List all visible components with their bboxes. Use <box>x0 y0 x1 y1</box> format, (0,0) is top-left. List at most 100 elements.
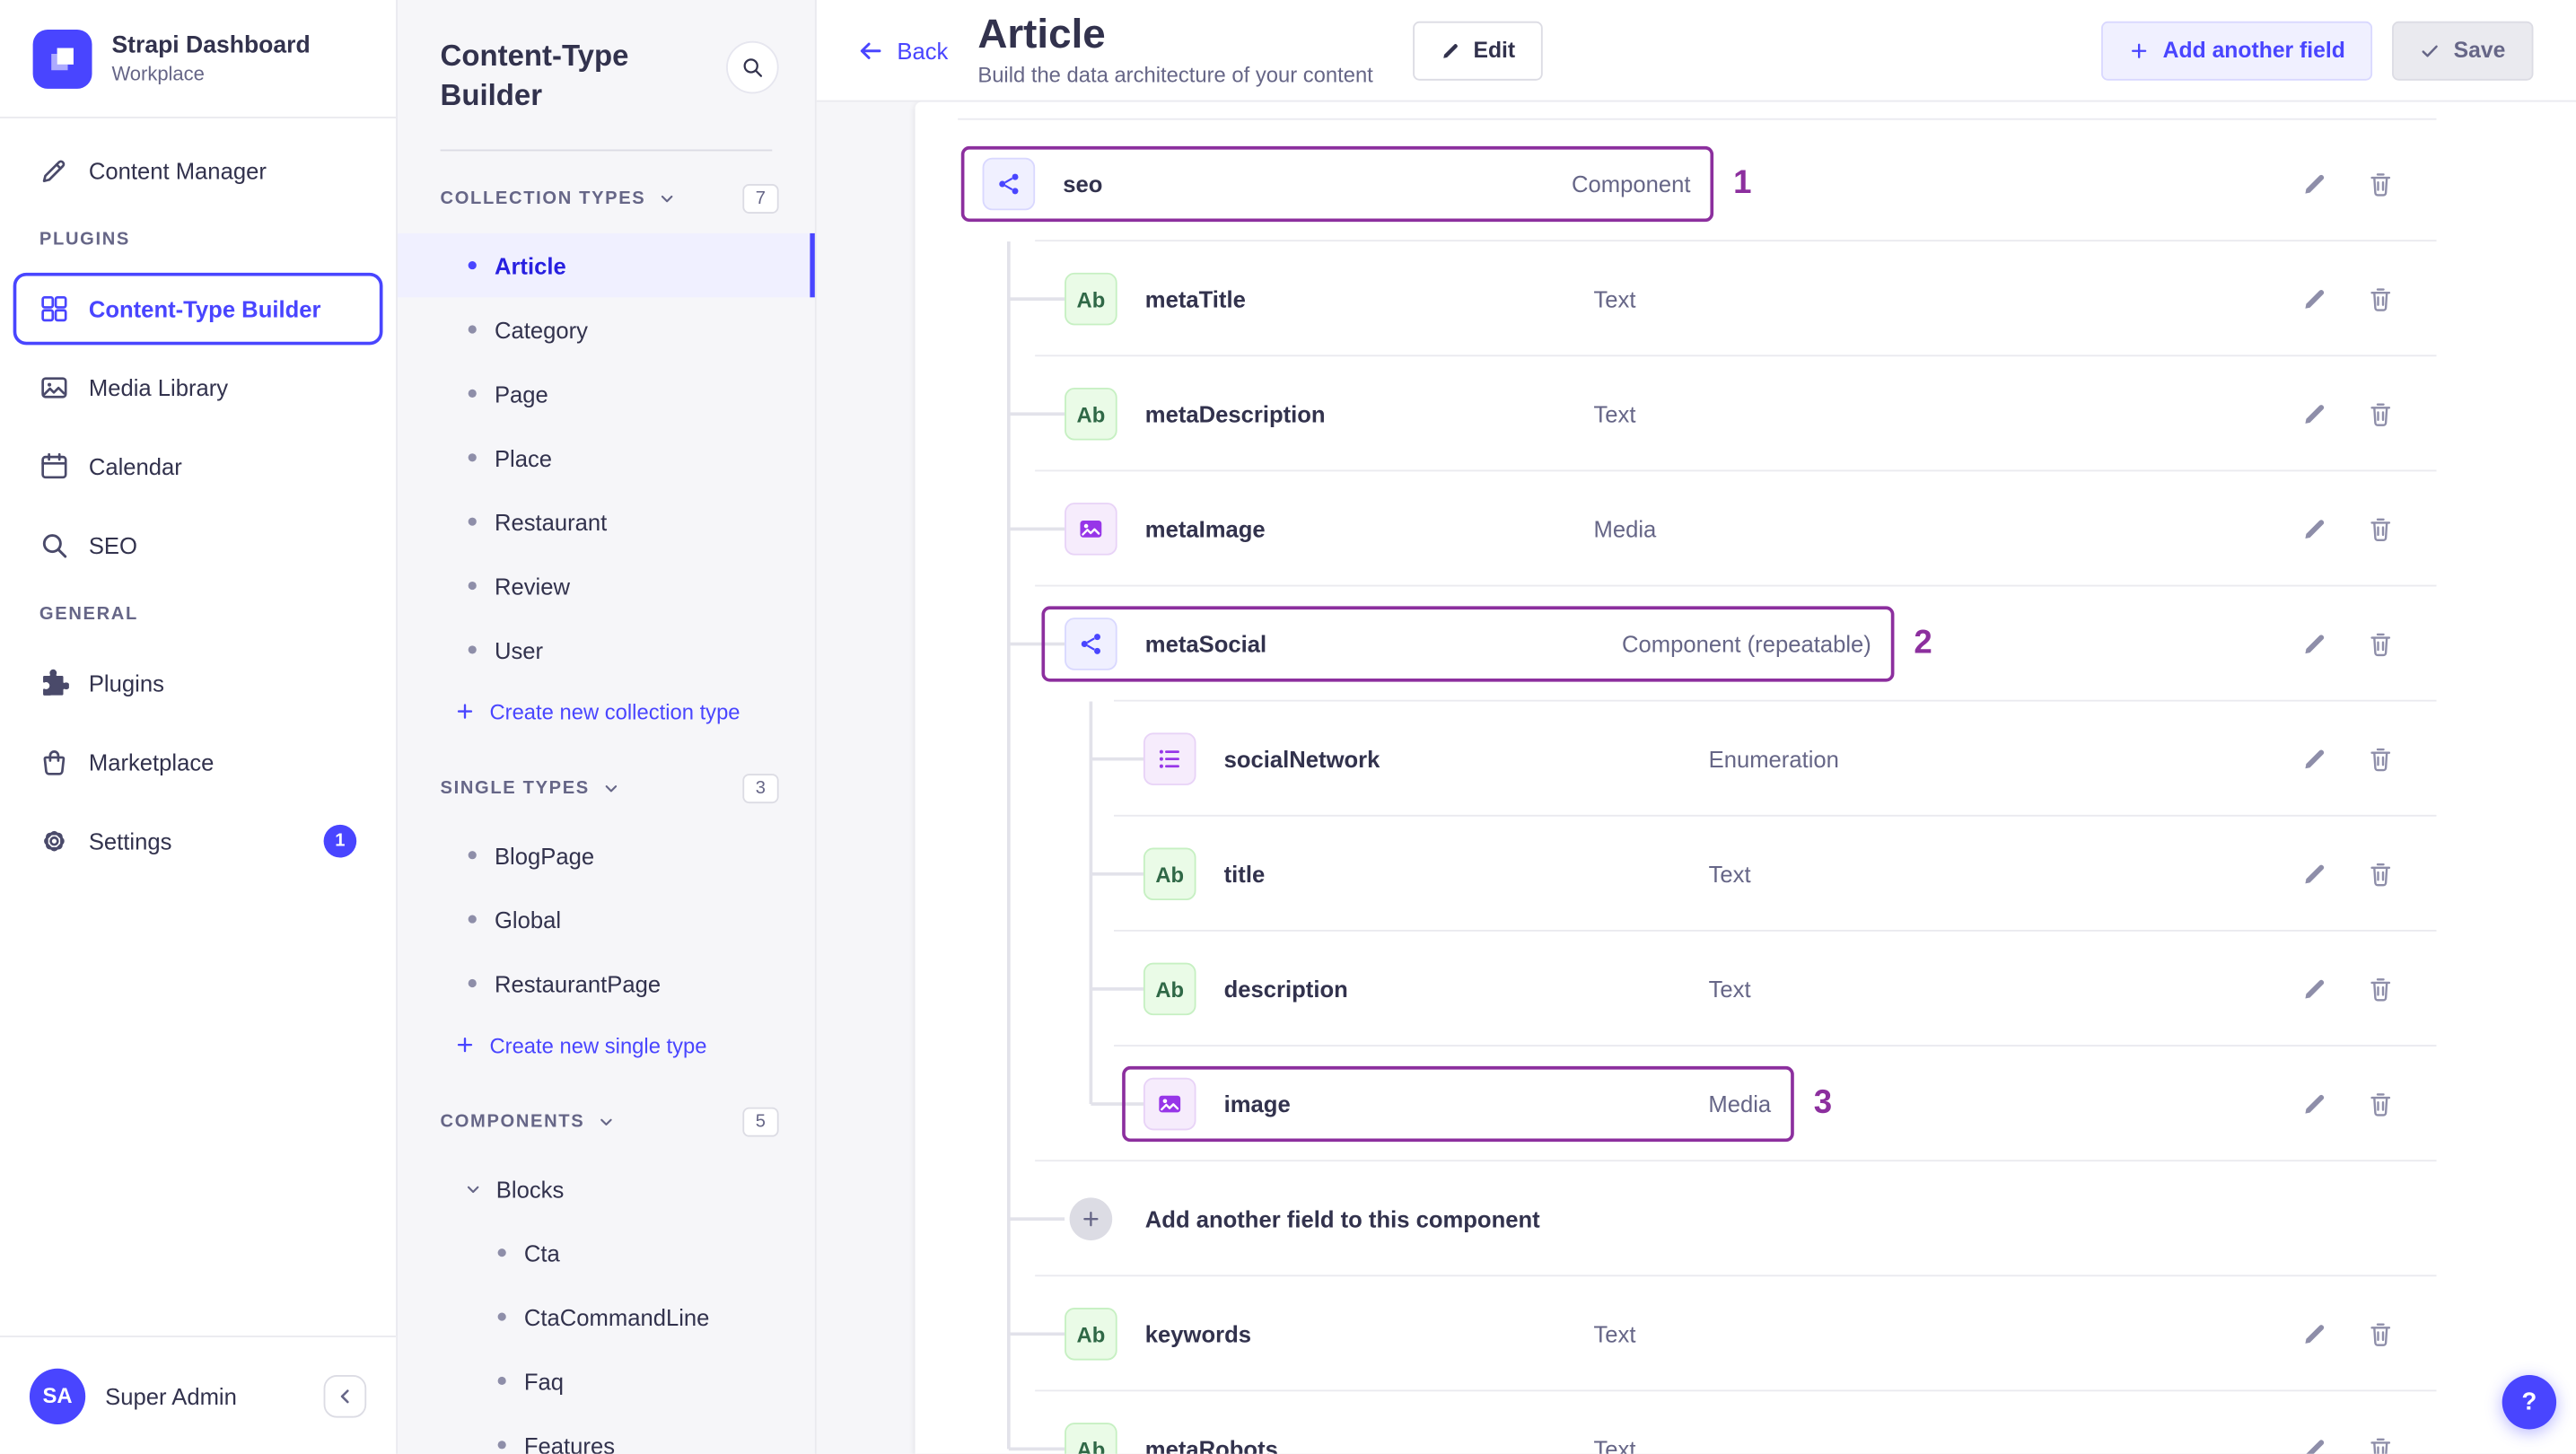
subnav-item-cta[interactable]: Cta <box>398 1221 815 1284</box>
delete-field-button[interactable] <box>2354 847 2407 900</box>
subnav-item-article[interactable]: Article <box>397 232 815 298</box>
help-button[interactable]: ? <box>2502 1375 2557 1430</box>
subnav-item-label: Review <box>494 572 570 600</box>
pencil-icon <box>2301 285 2327 311</box>
edit-field-button[interactable] <box>2289 1308 2342 1361</box>
create-new-create-new-single-type-link[interactable]: Create new single type <box>398 1015 815 1074</box>
subnav-item-label: Category <box>494 316 588 343</box>
sidebar-item-settings[interactable]: Settings 1 <box>13 804 383 878</box>
ctb-sidebar-title: Content-Type Builder <box>440 39 629 112</box>
delete-field-button[interactable] <box>2354 1078 2407 1131</box>
delete-field-button[interactable] <box>2354 503 2407 556</box>
delete-field-button[interactable] <box>2354 273 2407 326</box>
sidebar-item-content-manager[interactable]: Content Manager <box>13 135 383 207</box>
sidebar-item-content-type-builder[interactable]: Content-Type Builder <box>13 272 383 346</box>
subnav-subgroup-blocks[interactable]: Blocks <box>398 1157 815 1221</box>
pencil-icon <box>2301 746 2327 772</box>
subnav-item-faq[interactable]: Faq <box>398 1349 815 1413</box>
field-row-metaTitle: Ab metaTitle Text <box>916 241 2576 357</box>
sidebar-item-seo[interactable]: SEO <box>13 509 383 582</box>
edit-field-button[interactable] <box>2289 503 2342 556</box>
edit-button-label: Edit <box>1473 38 1516 63</box>
field-row-socialNetwork: socialNetwork Enumeration <box>916 702 2576 817</box>
edit-field-button[interactable] <box>2289 1078 2342 1131</box>
edit-field-button[interactable] <box>2289 963 2342 1016</box>
create-new-create-new-collection-type-link[interactable]: Create new collection type <box>398 682 815 741</box>
subnav-item-category[interactable]: Category <box>398 297 815 361</box>
subnav-item-user[interactable]: User <box>398 618 815 681</box>
subnav-item-ctacommandline[interactable]: CtaCommandLine <box>398 1284 815 1348</box>
ctb-sidebar-header: Content-Type Builder <box>398 0 815 150</box>
add-field-to-component-row[interactable]: Add another field to this component <box>916 1161 2576 1277</box>
delete-field-button[interactable] <box>2354 732 2407 785</box>
subnav-item-label: Article <box>494 251 566 279</box>
edit-button[interactable]: Edit <box>1412 20 1544 80</box>
search-button[interactable] <box>726 40 779 94</box>
add-field-to-component-label: Add another field to this component <box>1144 1205 1540 1232</box>
subnav-group-header-single-types[interactable]: SINGLE TYPES 3 <box>398 741 815 824</box>
user-name: Super Admin <box>105 1382 237 1409</box>
subnav-group-header-components[interactable]: COMPONENTS 5 <box>398 1074 815 1157</box>
sidebar-item-label: Plugins <box>88 670 164 697</box>
subnav-item-place[interactable]: Place <box>398 425 815 489</box>
edit-field-button[interactable] <box>2289 847 2342 900</box>
edit-field-button[interactable] <box>2289 618 2342 670</box>
pencil-icon <box>2301 401 2327 427</box>
field-row-metaRobots: Ab metaRobots Text <box>916 1391 2576 1454</box>
annotation-number-3: 3 <box>1813 1084 1833 1122</box>
sidebar-item-label: Marketplace <box>88 749 215 775</box>
back-label: Back <box>897 37 949 64</box>
text-field-icon: Ab <box>1065 272 1117 326</box>
pencil-icon <box>2301 171 2327 197</box>
sidebar-item-calendar[interactable]: Calendar <box>13 430 383 504</box>
trash-icon <box>2368 171 2394 197</box>
delete-field-button[interactable] <box>2354 158 2407 211</box>
sidebar-item-label: Calendar <box>88 453 182 480</box>
pencil-icon <box>2301 631 2327 657</box>
sidebar-item-media-library[interactable]: Media Library <box>13 351 383 425</box>
subnav-item-features[interactable]: Features <box>398 1413 815 1454</box>
edit-field-button[interactable] <box>2289 1423 2342 1454</box>
delete-field-button[interactable] <box>2354 1308 2407 1361</box>
add-another-field-button[interactable]: Add another field <box>2101 20 2373 80</box>
edit-field-button[interactable] <box>2289 158 2342 211</box>
pen-icon <box>39 156 69 186</box>
sidebar-item-marketplace[interactable]: Marketplace <box>13 726 383 799</box>
delete-field-button[interactable] <box>2354 963 2407 1016</box>
back-arrow-icon <box>857 37 883 63</box>
subnav-item-label: RestaurantPage <box>494 969 662 997</box>
subnav-item-page[interactable]: Page <box>398 362 815 425</box>
avatar[interactable]: SA <box>29 1367 86 1424</box>
bullet-icon <box>468 453 477 462</box>
subnav-group-header-collection-types[interactable]: COLLECTION TYPES 7 <box>398 151 815 233</box>
bullet-icon <box>497 1248 506 1257</box>
delete-field-button[interactable] <box>2354 1423 2407 1454</box>
sidebar-item-plugins[interactable]: Plugins <box>13 647 383 720</box>
page-subtitle: Build the data architecture of your cont… <box>977 61 1373 87</box>
search-icon <box>39 530 69 560</box>
delete-field-button[interactable] <box>2354 388 2407 441</box>
subnav-item-restaurantpage[interactable]: RestaurantPage <box>398 951 815 1015</box>
collapse-sidebar-button[interactable] <box>323 1374 367 1417</box>
subnav-item-global[interactable]: Global <box>398 887 815 950</box>
text-field-icon: Ab <box>1065 1307 1117 1361</box>
trash-icon <box>2368 1436 2394 1454</box>
edit-field-button[interactable] <box>2289 732 2342 785</box>
subnav-item-label: Restaurant <box>494 508 608 535</box>
bullet-icon <box>468 325 477 334</box>
back-link[interactable]: Back <box>857 37 948 63</box>
trash-icon <box>2368 861 2394 887</box>
delete-field-button[interactable] <box>2354 618 2407 670</box>
save-button[interactable]: Save <box>2392 20 2534 80</box>
component-field-icon <box>982 157 1036 211</box>
subnav-item-restaurant[interactable]: Restaurant <box>398 489 815 553</box>
field-type: Text <box>1593 285 1636 312</box>
subnav-group-label: COLLECTION TYPES <box>440 188 646 209</box>
field-name: metaDescription <box>1144 400 1326 427</box>
subnav-item-blogpage[interactable]: BlogPage <box>398 823 815 887</box>
trash-icon <box>2368 1321 2394 1347</box>
edit-field-button[interactable] <box>2289 388 2342 441</box>
edit-field-button[interactable] <box>2289 273 2342 326</box>
subnav-action-label: Create new collection type <box>489 698 740 724</box>
subnav-item-review[interactable]: Review <box>398 554 815 618</box>
